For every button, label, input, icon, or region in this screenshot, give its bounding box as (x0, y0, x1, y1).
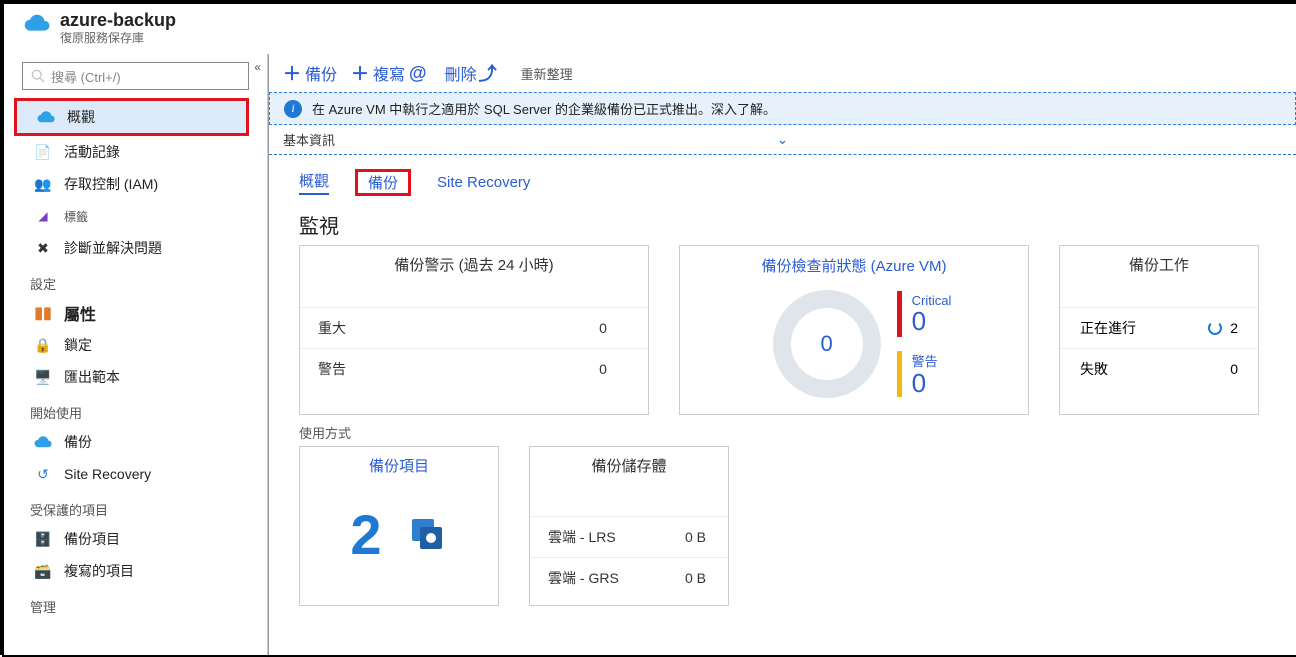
cloud-icon (34, 433, 52, 451)
nav-activity-log[interactable]: 📄 活動記錄 (4, 136, 267, 168)
replicated-icon: 🗃️ (34, 562, 52, 580)
site-recovery-icon: ↺ (34, 465, 52, 483)
card-title: 備份儲存體 (530, 447, 728, 482)
nav-locks[interactable]: 🔒 鎖定 (4, 329, 267, 361)
section-getting-started: 開始使用 (4, 393, 267, 426)
backup-items-count: 2 (350, 502, 381, 567)
table-row: 雲端 - GRS0 B (530, 558, 728, 599)
people-icon: 👥 (34, 175, 52, 193)
page-title: azure-backup (60, 10, 176, 31)
search-icon (31, 69, 45, 83)
tab-overview[interactable]: 概觀 (299, 170, 329, 195)
legend-bar (897, 351, 902, 397)
spinner-icon (1208, 321, 1222, 335)
table-row: 警告0 (300, 349, 648, 390)
lock-icon: 🔒 (34, 336, 52, 354)
card-title: 備份工作 (1060, 246, 1258, 281)
monitor-heading: 監視 (269, 204, 1296, 245)
cloud-icon (37, 108, 55, 126)
nav-iam[interactable]: 👥 存取控制 (IAM) (4, 168, 267, 200)
stack-icon (408, 515, 448, 555)
command-bar: ＋備份 ＋複寫@ 刪除⤴ 重新整理 (269, 54, 1296, 92)
overview-highlight: 概觀 (14, 98, 249, 136)
export-icon: 🖥️ (34, 368, 52, 386)
nav-backup-items[interactable]: 🗄️ 備份項目 (4, 523, 267, 555)
delete-icon: ⤴ (479, 60, 497, 86)
plus-icon: ＋ (351, 60, 369, 86)
card-title: 備份警示 (過去 24 小時) (300, 246, 648, 281)
cmd-delete[interactable]: 刪除⤴ (445, 60, 501, 86)
sidebar: « 搜尋 (Ctrl+/) 概觀 📄 活動記錄 (4, 54, 268, 655)
table-row: 重大0 (300, 308, 648, 349)
search-input[interactable]: 搜尋 (Ctrl+/) (22, 62, 249, 90)
tag-icon: ◢ (34, 207, 52, 225)
activity-log-icon: 📄 (34, 143, 52, 161)
backup-items-icon: 🗄️ (34, 530, 52, 548)
nav-backup[interactable]: 備份 (4, 426, 267, 458)
tabs: 概觀 備份 Site Recovery (269, 155, 1296, 204)
table-row: 失敗 0 (1060, 348, 1258, 389)
properties-icon: ▮▮ (34, 304, 52, 322)
card-title: 備份項目 (300, 447, 498, 482)
card-backup-items[interactable]: 備份項目 2 (299, 446, 499, 606)
nav-tags[interactable]: ◢ 標籤 (4, 200, 267, 232)
at-icon: @ (409, 63, 427, 84)
nav-properties[interactable]: ▮▮ 屬性 (4, 297, 267, 329)
card-backup-jobs[interactable]: 備份工作 正在進行 2 失敗 0 (1059, 245, 1259, 415)
legend-critical: Critical0 (897, 291, 952, 337)
search-placeholder: 搜尋 (Ctrl+/) (51, 67, 121, 86)
nav-export-template[interactable]: 🖥️ 匯出範本 (4, 361, 267, 393)
usage-heading: 使用方式 (269, 415, 1296, 444)
essentials-bar[interactable]: 基本資訊 ⌄ (269, 125, 1296, 155)
essentials-label: 基本資訊 (283, 130, 335, 149)
page-header: azure-backup 復原服務保存庫 (4, 4, 1296, 54)
card-backup-alerts[interactable]: 備份警示 (過去 24 小時) 重大0 警告0 (299, 245, 649, 415)
wrench-icon: ✖ (34, 239, 52, 257)
nav-site-recovery[interactable]: ↺ Site Recovery (4, 458, 267, 490)
section-settings: 設定 (4, 264, 267, 297)
card-backup-storage[interactable]: 備份儲存體 雲端 - LRS0 B 雲端 - GRS0 B (529, 446, 729, 606)
section-protected: 受保護的項目 (4, 490, 267, 523)
info-banner[interactable]: i 在 Azure VM 中執行之適用於 SQL Server 的企業級備份已正… (269, 92, 1296, 125)
section-manage: 管理 (4, 587, 267, 620)
card-title: 備份檢查前狀態 (Azure VM) (694, 255, 1014, 282)
donut-chart: 0 (773, 290, 881, 398)
page-subtitle: 復原服務保存庫 (60, 29, 176, 46)
info-text: 在 Azure VM 中執行之適用於 SQL Server 的企業級備份已正式推… (312, 99, 776, 118)
plus-icon: ＋ (283, 60, 301, 86)
legend-bar (897, 291, 902, 337)
legend-warning: 警告0 (897, 351, 952, 397)
chevron-down-icon: ⌄ (777, 131, 789, 148)
main-content: ＋備份 ＋複寫@ 刪除⤴ 重新整理 i 在 Azure VM 中執行之適用於 S… (268, 54, 1296, 655)
table-row: 正在進行 2 (1060, 307, 1258, 348)
cmd-replicate[interactable]: ＋複寫@ (351, 60, 431, 86)
cmd-refresh[interactable]: 重新整理 (521, 64, 573, 83)
cmd-backup[interactable]: ＋備份 (283, 60, 337, 86)
cloud-icon (24, 14, 50, 32)
table-row: 雲端 - LRS0 B (530, 517, 728, 558)
info-icon: i (284, 100, 302, 118)
tab-site-recovery[interactable]: Site Recovery (437, 174, 530, 191)
nav-replicated-items[interactable]: 🗃️ 複寫的項目 (4, 555, 267, 587)
collapse-icon[interactable]: « (254, 60, 261, 74)
nav-overview[interactable]: 概觀 (17, 101, 246, 133)
tab-backup[interactable]: 備份 (355, 169, 411, 196)
nav-diagnose[interactable]: ✖ 診斷並解決問題 (4, 232, 267, 264)
card-precheck-status[interactable]: 備份檢查前狀態 (Azure VM) 0 Critical0 警告 (679, 245, 1029, 415)
